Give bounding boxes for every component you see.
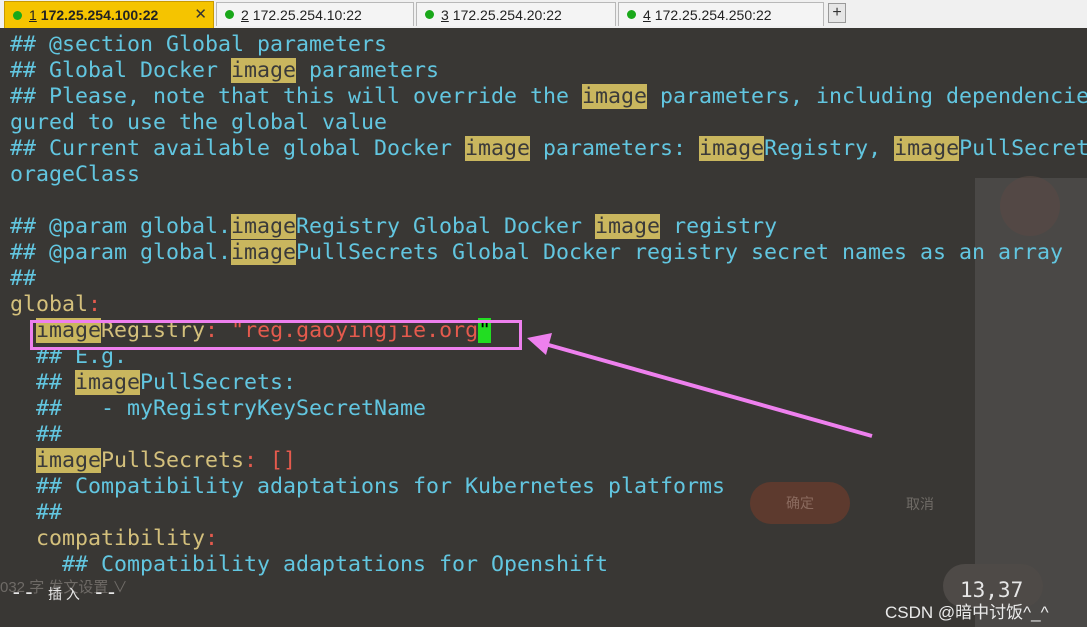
tab-label: 172.25.254.10:22 <box>252 6 362 23</box>
connected-status-icon <box>13 10 22 20</box>
connected-status-icon <box>225 10 234 19</box>
close-icon[interactable]: ✕ <box>194 5 207 23</box>
tab-label: 172.25.254.20:22 <box>452 6 562 23</box>
tab-number: 3 <box>441 6 449 23</box>
tab-session-1[interactable]: 1 172.25.254.100:22 ✕ <box>4 1 214 28</box>
connected-status-icon <box>627 10 636 19</box>
add-tab-button[interactable]: + <box>828 3 846 23</box>
tab-session-4[interactable]: 4 172.25.254.250:22 <box>618 2 824 26</box>
connected-status-icon <box>425 10 434 19</box>
tab-session-2[interactable]: 2 172.25.254.10:22 <box>216 2 414 26</box>
tab-session-3[interactable]: 3 172.25.254.20:22 <box>416 2 616 26</box>
insert-mode-indicator: 插 入 <box>47 586 80 602</box>
tab-bar: 1 172.25.254.100:22 ✕ 2 172.25.254.10:22… <box>0 0 1087 29</box>
terminal-view[interactable]: 确定 取消 032 字 发文设置 ∨ ## @section Global pa… <box>0 28 1087 627</box>
tab-number: 1 <box>29 7 37 23</box>
watermark: CSDN @暗中讨饭^_^ <box>885 603 1049 622</box>
status-line: -- 插 入 -- <box>10 580 118 604</box>
tab-number: 4 <box>643 6 651 23</box>
tab-label: 172.25.254.100:22 <box>40 7 159 23</box>
tab-number: 2 <box>241 6 249 23</box>
tab-label: 172.25.254.250:22 <box>654 6 772 23</box>
annotation-arrow <box>527 333 873 438</box>
